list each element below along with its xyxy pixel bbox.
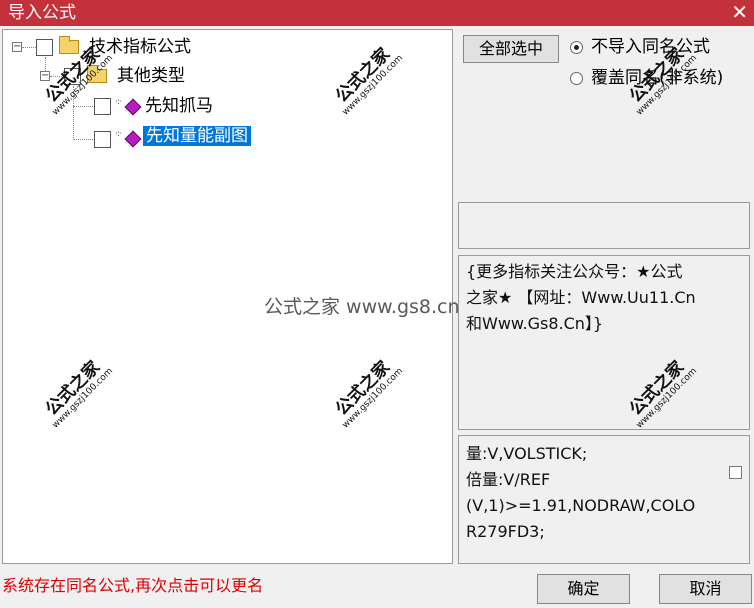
code-line: (V,1)>=1.91,NODRAW,COLO [466, 496, 696, 515]
folder-icon [87, 65, 107, 83]
description-line: {更多指标关注公众号：★公式 [466, 262, 683, 281]
code-line: 倍量:V/REF [466, 470, 551, 489]
radio-no-import-label[interactable]: 不导入同名公式 [591, 36, 710, 58]
tree-root[interactable]: 技术指标公式 [89, 35, 191, 59]
tree-group[interactable]: 其他类型 [117, 64, 185, 88]
formula-icon [124, 98, 142, 116]
status-message: 系统存在同名公式,再次点击可以更名 [2, 576, 264, 595]
collapse-group-icon[interactable]: − [40, 71, 50, 81]
group-checkbox[interactable] [64, 68, 81, 85]
ok-button[interactable]: 确定 [537, 574, 630, 604]
code-line: R279FD3; [466, 522, 545, 541]
description-line: 和Www.Gs8.Cn】} [466, 314, 604, 333]
code-checkbox[interactable] [729, 466, 742, 479]
collapse-root-icon[interactable]: − [12, 42, 22, 52]
description-line: 之家★ 【网址：Www.Uu11.Cn [466, 288, 696, 307]
info-panel [458, 202, 750, 249]
cancel-button[interactable]: 取消 [659, 574, 752, 604]
radio-overwrite[interactable] [570, 72, 583, 85]
item-checkbox[interactable] [94, 131, 111, 148]
tree-item-selected[interactable]: 先知量能副图 [143, 124, 251, 148]
description-panel: {更多指标关注公众号：★公式 之家★ 【网址：Www.Uu11.Cn 和Www.… [458, 255, 750, 430]
select-all-button[interactable]: 全部选中 [463, 35, 559, 63]
item-checkbox[interactable] [94, 98, 111, 115]
tree-item[interactable]: 先知抓马 [145, 94, 213, 118]
tree-group-label: 其他类型 [117, 66, 185, 86]
window-title: 导入公式 [8, 3, 76, 23]
code-panel: 量:V,VOLSTICK; 倍量:V/REF (V,1)>=1.91,NODRA… [458, 435, 750, 564]
formula-tree: − 技术指标公式 − 其他类型 ·:· 先知抓马 ·:· 先知量能副图 [2, 29, 453, 564]
formula-icon [124, 130, 142, 148]
root-checkbox[interactable] [36, 39, 53, 56]
folder-icon [59, 36, 79, 54]
tree-item-label: 先知量能副图 [143, 126, 251, 146]
title-bar: 导入公式 ✕ [0, 0, 754, 26]
radio-no-import[interactable] [570, 41, 583, 54]
radio-overwrite-label[interactable]: 覆盖同名(非系统) [591, 67, 723, 89]
tree-item-label: 先知抓马 [145, 96, 213, 116]
code-line: 量:V,VOLSTICK; [466, 444, 588, 463]
close-icon[interactable]: ✕ [731, 1, 748, 23]
tree-root-label: 技术指标公式 [89, 37, 191, 57]
